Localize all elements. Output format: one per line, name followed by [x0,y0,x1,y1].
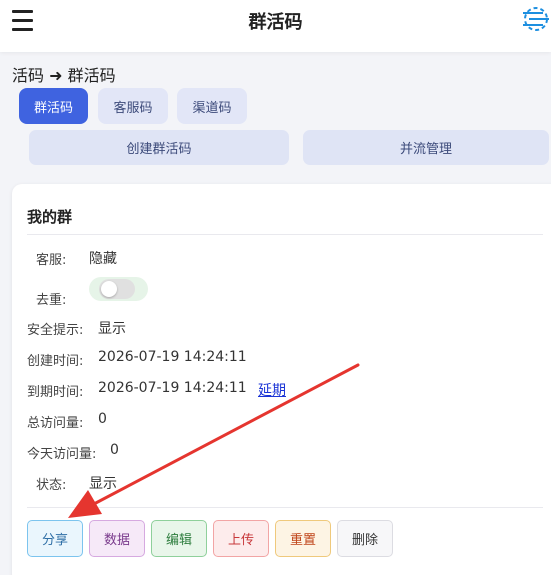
card-title: 我的群 [27,208,73,226]
edit-button[interactable]: 编辑 [151,520,207,557]
total-visits-label: 总访问量: [27,416,84,431]
dedupe-label: 去重: [36,293,67,308]
card-title-divider [27,234,543,235]
data-button[interactable]: 数据 [89,520,145,557]
reset-button[interactable]: 重置 [275,520,331,557]
today-visits-label: 今天访问量: [27,447,97,462]
expire-time-label: 到期时间: [27,385,84,400]
total-visits-value: 0 [98,411,107,427]
service-label: 客服: [36,253,67,268]
status-label: 状态: [36,478,67,493]
top-bar: 群活码 [0,0,551,52]
merge-management-button[interactable]: 并流管理 [303,130,549,165]
breadcrumb: 活码 ➜ 群活码 [12,66,116,85]
create-group-code-button[interactable]: 创建群活码 [29,130,289,165]
status-value: 显示 [89,476,117,492]
tab-service-code[interactable]: 客服码 [98,88,168,124]
expire-time-value: 2026-07-19 14:24:11 [98,380,247,396]
safety-tip-value: 显示 [98,321,126,337]
upload-button[interactable]: 上传 [213,520,269,557]
today-visits-value: 0 [110,442,119,458]
card-bottom-divider [27,507,543,508]
delete-button[interactable]: 删除 [337,520,393,557]
service-value: 隐藏 [89,251,117,267]
tab-group-code[interactable]: 群活码 [19,88,88,124]
share-button[interactable]: 分享 [27,520,83,557]
page-title: 群活码 [248,12,303,33]
tab-channel-code[interactable]: 渠道码 [177,88,247,124]
created-time-label: 创建时间: [27,354,84,369]
created-time-value: 2026-07-19 14:24:11 [98,349,247,365]
safety-tip-label: 安全提示: [27,323,84,338]
dedupe-toggle[interactable] [99,279,135,299]
extend-link[interactable]: 延期 [258,380,286,400]
toggle-knob [101,281,117,297]
dedupe-toggle-wrapper [89,277,148,301]
settings-icon[interactable] [519,4,551,34]
